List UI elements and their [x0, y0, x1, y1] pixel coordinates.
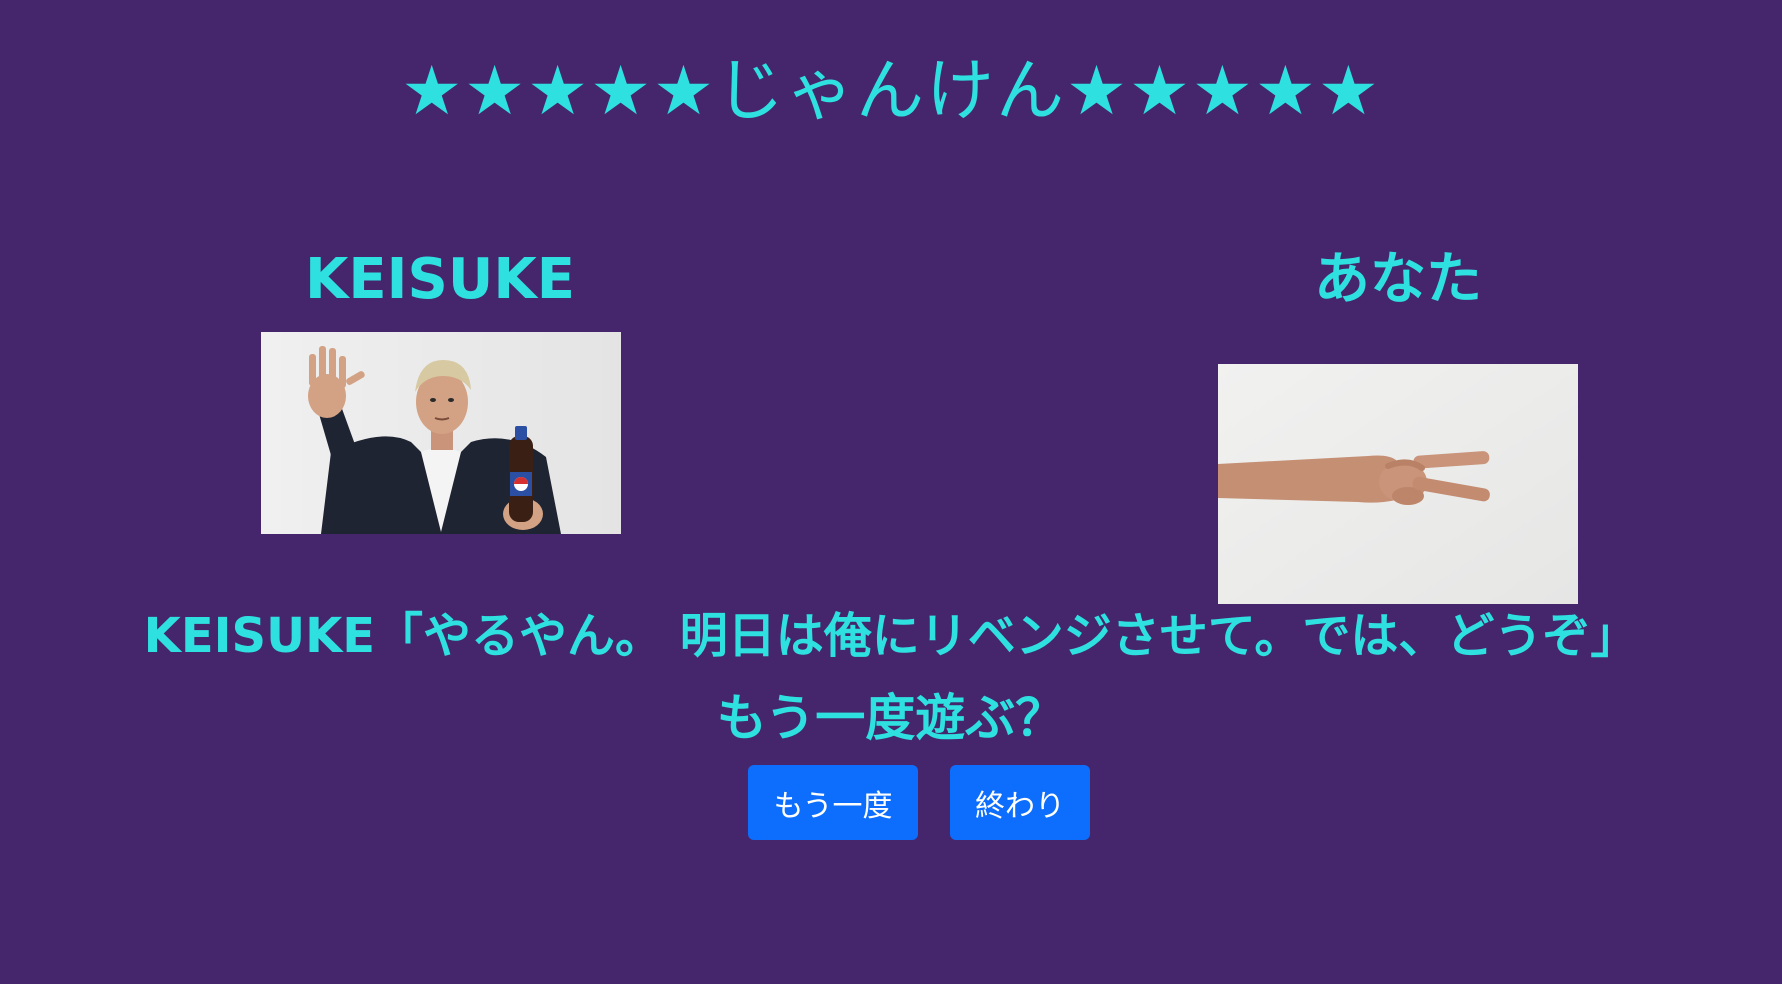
player-hand-image: [1218, 364, 1578, 604]
page-title: ★★★★★じゃんけん★★★★★: [401, 52, 1381, 131]
opponent-hand-image: [261, 332, 621, 534]
play-again-button[interactable]: もう一度: [748, 765, 918, 840]
janken-page: ★★★★★じゃんけん★★★★★ KEISUKE あなた KEISUKE「やるやん…: [0, 0, 1782, 984]
opponent-message: KEISUKE「やるやん。 明日は俺にリベンジさせて。では、どうぞ」: [143, 608, 1639, 664]
opponent-name: KEISUKE: [305, 247, 575, 312]
end-button[interactable]: 終わり: [950, 765, 1090, 840]
player-name: あなた: [1314, 247, 1482, 312]
play-again-prompt: もう一度遊ぶ？: [716, 689, 1066, 747]
